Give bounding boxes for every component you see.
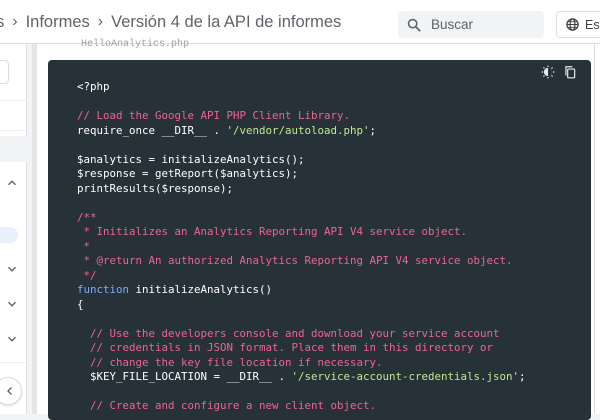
globe-icon: [566, 18, 579, 31]
sidebar-divider: [0, 362, 27, 363]
code-line: {: [77, 298, 526, 313]
code-line: */: [77, 269, 526, 284]
code-token: '/vendor/autoload.php': [226, 123, 370, 137]
sidebar-item-active[interactable]: [0, 227, 18, 243]
code-token: * Initializes an Analytics Reporting API…: [77, 225, 468, 238]
brightness-icon[interactable]: [541, 65, 555, 79]
chevron-down-icon[interactable]: [5, 332, 19, 346]
language-label: Es: [585, 17, 600, 32]
code-line: require_once __DIR__ . '/vendor/autoload…: [77, 124, 526, 139]
code-token: // change the key file location if neces…: [77, 355, 383, 369]
code-token: * @return An authorized Analytics Report…: [77, 254, 513, 267]
code-text: <?php // Load the Google API PHP Client …: [77, 80, 526, 414]
code-line: <?php: [77, 80, 526, 95]
code-line: $KEY_FILE_LOCATION = __DIR__ . '/service…: [77, 370, 526, 385]
code-token: {: [77, 297, 84, 311]
code-toolbar: [541, 65, 577, 79]
code-token: // Load the Google API PHP Client Librar…: [77, 109, 351, 122]
top-header: s › Informes › Versión 4 de la API de in…: [0, 0, 600, 44]
code-token: require_once __DIR__ .: [77, 123, 227, 137]
code-token: $response = getReport($analytics);: [77, 167, 299, 180]
code-filename: HelloAnalytics.php: [81, 39, 190, 50]
sidebar-filter-input[interactable]: [0, 60, 9, 84]
article-content: HelloAnalytics.php <?php // Load the Goo…: [37, 39, 600, 420]
code-block: <?php // Load the Google API PHP Client …: [48, 60, 591, 420]
code-token: // Use the developers console and downlo…: [77, 326, 500, 340]
language-selector[interactable]: Es: [556, 11, 600, 38]
code-token: '/service-account-credentials.json': [291, 370, 520, 383]
sidebar-divider: [0, 130, 27, 131]
code-token: $KEY_FILE_LOCATION = __DIR__ .: [77, 370, 292, 383]
code-line: function initializeAnalytics(): [77, 283, 526, 298]
code-token: *: [77, 239, 91, 253]
code-token: ;: [369, 123, 377, 137]
code-token: $analytics = initializeAnalytics();: [77, 152, 305, 166]
code-token: ;: [519, 370, 526, 383]
chevron-up-icon[interactable]: [5, 176, 19, 190]
breadcrumb-item-current[interactable]: Versión 4 de la API de informes: [111, 13, 341, 32]
code-line: $response = getReport($analytics);: [77, 167, 526, 182]
sidebar-divider: [0, 100, 27, 101]
code-line: * Initializes an Analytics Reporting API…: [77, 225, 526, 240]
chevron-down-icon[interactable]: [5, 262, 19, 276]
chevron-right-icon: ›: [97, 13, 104, 30]
breadcrumb-item-prev[interactable]: s: [0, 13, 4, 32]
code-token: // credentials in JSON format. Place the…: [77, 341, 494, 354]
code-line: * @return An authorized Analytics Report…: [77, 254, 526, 269]
search-box[interactable]: [398, 11, 544, 38]
copy-icon[interactable]: [563, 65, 577, 79]
code-line: // Create and configure a new client obj…: [77, 399, 526, 414]
right-edge-divider: [594, 44, 595, 414]
code-line: /**: [77, 211, 526, 226]
code-token: function: [77, 283, 130, 296]
chevron-right-icon: ›: [12, 13, 18, 30]
code-token: */: [77, 268, 97, 282]
code-token: printResults($response);: [77, 181, 234, 195]
code-line: *: [77, 240, 526, 255]
search-icon: [407, 18, 421, 32]
code-line: // Use the developers console and downlo…: [77, 327, 526, 342]
chevron-left-icon: [7, 387, 12, 395]
code-line: printResults($response);: [77, 182, 526, 197]
chevron-down-icon[interactable]: [5, 297, 19, 311]
code-line: // Load the Google API PHP Client Librar…: [77, 109, 526, 124]
breadcrumb: s › Informes › Versión 4 de la API de in…: [0, 0, 341, 44]
code-line: // change the key file location if neces…: [77, 356, 526, 371]
sidebar-item-selected-section[interactable]: [0, 136, 27, 162]
collapse-sidebar-button[interactable]: [0, 377, 22, 405]
left-nav-sidebar: [0, 44, 27, 414]
code-token: <?php: [77, 80, 110, 93]
code-token: initializeAnalytics(): [129, 283, 273, 296]
breadcrumb-item-informes[interactable]: Informes: [26, 13, 90, 32]
code-token: // Create and configure a new client obj…: [77, 399, 377, 412]
code-line: // credentials in JSON format. Place the…: [77, 341, 526, 356]
code-line: $analytics = initializeAnalytics();: [77, 153, 526, 168]
search-input[interactable]: [429, 16, 533, 33]
code-token: /**: [77, 210, 97, 224]
